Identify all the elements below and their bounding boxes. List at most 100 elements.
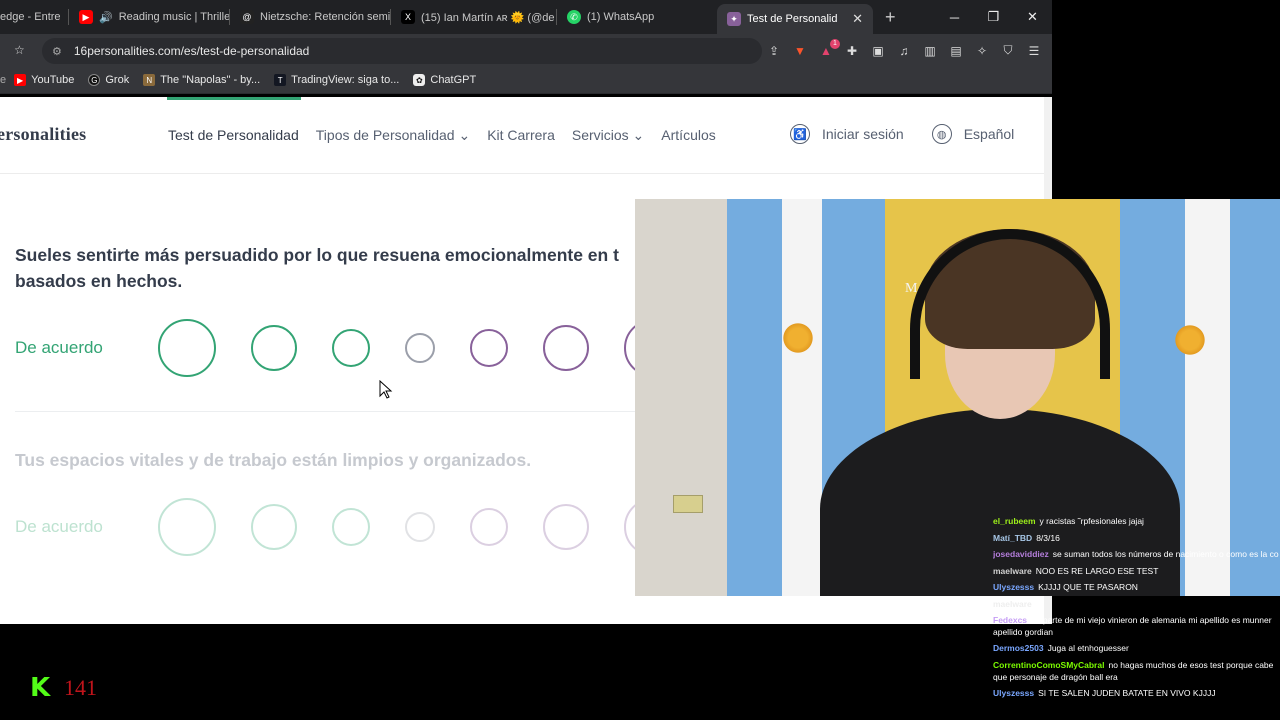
wallet-icon[interactable]: ▤ [948, 43, 964, 59]
bookmark-tradingview[interactable]: T TradingView: siga to... [274, 74, 399, 86]
agree-option[interactable] [332, 508, 370, 546]
tradingview-icon: T [274, 74, 287, 86]
window-controls: ─ ❐ ✕ [935, 0, 1052, 34]
extensions-icon[interactable]: ✚ [844, 43, 860, 59]
url-field[interactable]: ⚙ 16personalities.com/es/test-de-persona… [42, 38, 762, 64]
site-nav: Test de Personalidad Tipos de Personalid… [168, 127, 716, 144]
brave-shield-icon[interactable]: ▼ [792, 43, 808, 59]
grok-icon: G [88, 74, 101, 86]
tab-label: Test de Personalidad G [747, 13, 838, 25]
leo-icon[interactable]: ✧ [974, 43, 990, 59]
disagree-option[interactable] [543, 325, 589, 371]
x-icon: X [401, 10, 415, 24]
agree-label: De acuerdo [15, 338, 103, 357]
chat-message: Ulyszesss KJJJJ QUE TE PASARON [993, 579, 1280, 596]
accessibility-icon[interactable]: ♿ [790, 124, 810, 144]
chat-username[interactable]: Ulyszesss [993, 688, 1034, 698]
chat-text: Juga al etnhoguesser [1047, 643, 1129, 653]
bookmark-icon[interactable]: ☆ [14, 43, 25, 57]
bookmark-chatgpt[interactable]: ✿ ChatGPT [413, 74, 476, 86]
chat-message: Matí_TBD 8/3/16 [993, 530, 1280, 547]
wall-socket [673, 495, 703, 513]
browser-tab-bar: edge - Entre ▶ 🔊 Reading music | Thrille… [0, 0, 1052, 34]
tab-test-personalidad[interactable]: ✦ Test de Personalidad G ✕ [717, 4, 873, 34]
new-tab-button[interactable]: + [873, 7, 908, 28]
agree-label: De acuerdo [15, 517, 103, 536]
chat-username[interactable]: Ulyszesss [993, 582, 1034, 592]
sidebar-icon[interactable]: ▥ [922, 43, 938, 59]
vpn-icon[interactable]: ⛉ [1000, 43, 1016, 59]
bookmark-youtube[interactable]: ▶ YouTube [14, 74, 74, 86]
agree-option[interactable] [158, 498, 216, 556]
language-selector[interactable]: Español [964, 126, 1015, 142]
bookmark-grok[interactable]: G Grok [88, 74, 129, 86]
agree-option[interactable] [332, 329, 370, 367]
chat-username[interactable]: Matí_TBD [993, 533, 1032, 543]
flag-stripe [727, 199, 782, 596]
disagree-option[interactable] [543, 504, 589, 550]
agree-option[interactable] [251, 504, 297, 550]
login-link[interactable]: Iniciar sesión [822, 126, 904, 142]
share-icon[interactable]: ⇪ [766, 43, 782, 59]
flag-stripe [782, 199, 822, 596]
chat-username[interactable]: el_rubeem [993, 516, 1036, 526]
stream-chat: el_rubeem y racistas ˜rpfesionales jajaj M… [993, 513, 1280, 720]
url-text: 16personalities.com/es/test-de-personali… [73, 44, 310, 58]
chat-username[interactable]: josedaviddiez [993, 549, 1049, 559]
tab-nietzsche[interactable]: @ Nietzsche: Retención semi [230, 0, 390, 34]
agree-option[interactable] [251, 325, 297, 371]
site-info-icon[interactable]: ⚙ [52, 45, 62, 58]
tab-label: (1) WhatsApp [587, 11, 655, 23]
neutral-option[interactable] [405, 333, 435, 363]
tab-label: edge - Entre [0, 11, 61, 23]
question-divider [15, 411, 655, 412]
maximize-button[interactable]: ❐ [974, 0, 1013, 34]
nav-test-personalidad[interactable]: Test de Personalidad [168, 127, 299, 144]
disagree-option[interactable] [470, 329, 508, 367]
viewer-count: 141 [64, 675, 97, 700]
tab-whatsapp[interactable]: ✆ (1) WhatsApp [557, 0, 707, 34]
chat-username[interactable]: CorrentinoComoSMyCabral [993, 660, 1104, 670]
close-window-button[interactable]: ✕ [1013, 0, 1052, 34]
disagree-option[interactable] [470, 508, 508, 546]
chat-message: josedaviddiez se suman todos los números … [993, 546, 1280, 563]
bookmark-napolas[interactable]: N The "Napolas" - by... [143, 74, 260, 86]
chat-text: KJJJJ QUE TE PASARON [1038, 582, 1138, 592]
question-text: Sueles sentirte más persuadido por lo qu… [15, 245, 619, 291]
nav-servicios[interactable]: Servicios ⌄ [572, 127, 644, 144]
nav-kit-carrera[interactable]: Kit Carrera [487, 127, 555, 144]
active-nav-indicator [167, 97, 301, 100]
screen: edge - Entre ▶ 🔊 Reading music | Thrille… [0, 0, 1280, 720]
site-logo[interactable]: ersonalities [0, 124, 86, 145]
bookmark-label: TradingView: siga to... [291, 74, 400, 86]
bookmark-fragment: e [0, 74, 7, 86]
nav-articulos[interactable]: Artículos [661, 127, 715, 144]
youtube-icon: ▶ [79, 10, 93, 24]
close-tab-icon[interactable]: ✕ [852, 11, 863, 27]
tab-x[interactable]: X (15) Ian Martín ᴀʀ 🌞 (@de [391, 0, 556, 34]
chat-username[interactable]: maelware [993, 566, 1032, 576]
menu-icon[interactable]: ☰ [1026, 43, 1042, 59]
napolas-icon: N [143, 74, 156, 86]
chatgpt-icon: ✿ [413, 74, 426, 86]
tab-edge[interactable]: edge - Entre [0, 0, 68, 34]
chat-username[interactable]: Fedexcs [993, 615, 1027, 625]
globe-icon[interactable]: ◍ [931, 124, 952, 144]
chat-text: se suman todos los números de nacimiento… [1052, 549, 1279, 559]
tab-reading-music[interactable]: ▶ 🔊 Reading music | Thrille [69, 0, 229, 34]
agree-option[interactable] [158, 319, 216, 377]
bookmark-label: Grok [105, 74, 130, 86]
minimize-button[interactable]: ─ [935, 0, 974, 34]
whatsapp-icon: ✆ [567, 10, 581, 24]
neutral-option[interactable] [405, 512, 435, 542]
chat-username[interactable]: maelware [993, 599, 1032, 609]
nav-tipos-personalidad[interactable]: Tipos de Personalidad ⌄ [316, 127, 470, 144]
chat-username[interactable]: Dermos2503 [993, 643, 1044, 653]
screenshot-icon[interactable]: ▣ [870, 43, 886, 59]
tab-label: Nietzsche: Retención semi [260, 11, 390, 23]
flag-sun-icon [781, 321, 815, 355]
brave-rewards-icon[interactable]: ▲ 1 [818, 38, 840, 59]
chat-text: jjj [1035, 598, 1042, 609]
threads-icon: @ [240, 10, 254, 24]
media-icon[interactable]: ♫ [896, 43, 912, 59]
